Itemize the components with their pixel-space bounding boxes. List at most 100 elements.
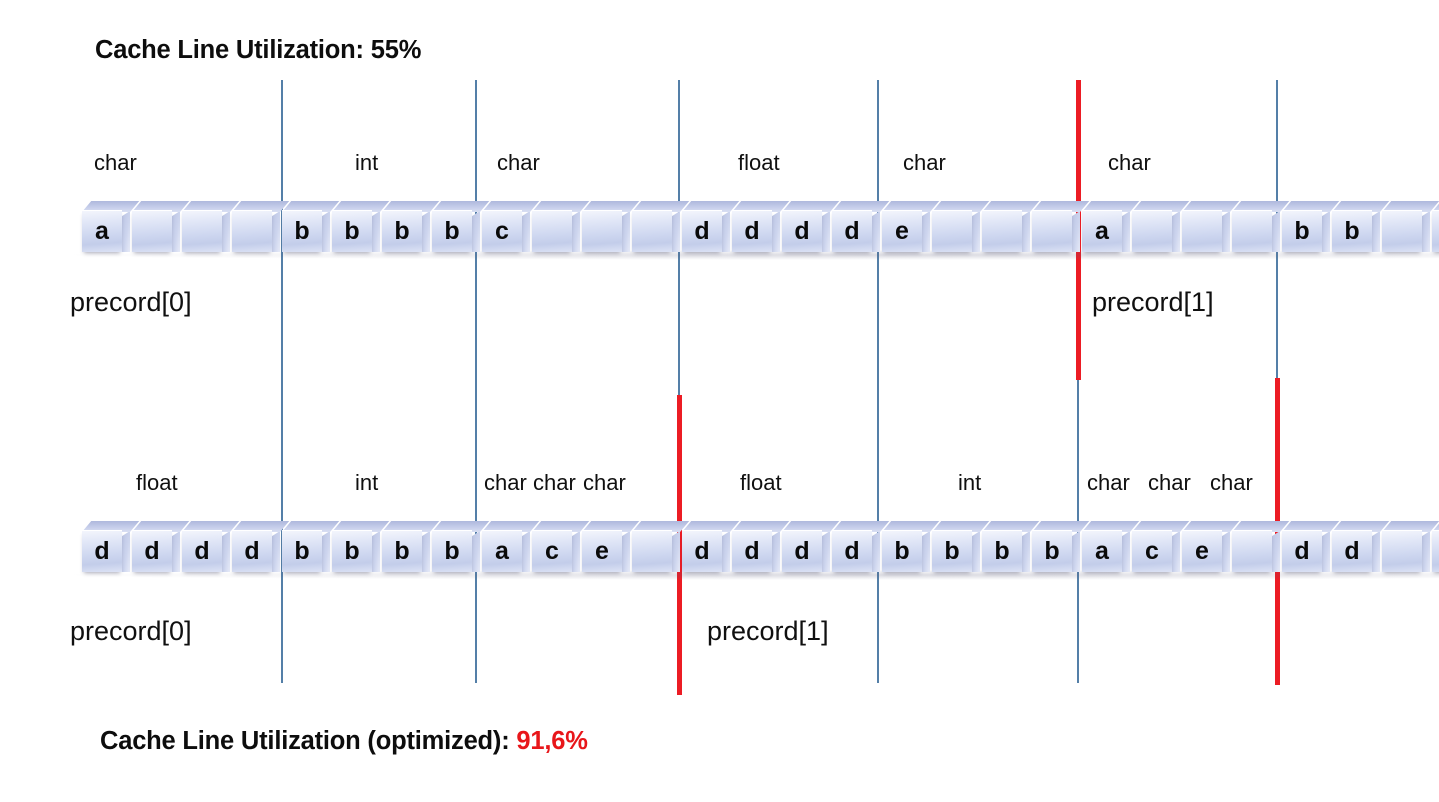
memory-cell-filled[interactable]: b [330, 201, 390, 260]
cell-side-face [571, 531, 580, 572]
memory-cell-padding[interactable] [180, 201, 240, 260]
memory-cell-padding[interactable] [1180, 201, 1240, 260]
cell-label [932, 211, 972, 252]
memory-cell-filled[interactable]: d [180, 521, 240, 580]
cell-side-face [871, 211, 880, 252]
memory-cell-filled[interactable]: d [1280, 521, 1340, 580]
memory-cell-padding[interactable] [630, 201, 690, 260]
memory-cell-filled[interactable]: a [1080, 521, 1140, 580]
record-label-unoptimized-layout-0: precord[0] [70, 287, 192, 317]
memory-cell-padding[interactable] [1380, 521, 1439, 580]
cell-side-face [321, 211, 330, 252]
record-label-optimized-layout-0: precord[0] [70, 616, 192, 646]
memory-cell-filled[interactable]: b [980, 521, 1040, 580]
cell-side-face [571, 211, 580, 252]
memory-cell-filled[interactable]: b [430, 201, 490, 260]
cell-label: b [944, 537, 960, 565]
memory-cell-filled[interactable]: a [80, 201, 140, 260]
memory-cell-filled[interactable]: c [1130, 521, 1190, 580]
memory-cell-filled[interactable]: d [1330, 521, 1390, 580]
memory-cell-padding[interactable] [930, 201, 990, 260]
cell-label [1432, 211, 1439, 252]
memory-cell-padding[interactable] [1230, 521, 1290, 580]
cell-label [1432, 531, 1439, 572]
cell-side-face [421, 211, 430, 252]
memory-cell-padding[interactable] [1430, 521, 1439, 580]
cell-side-face [371, 531, 380, 572]
cell-label [232, 211, 272, 252]
cell-label: e [1195, 537, 1209, 565]
memory-cell-filled[interactable]: b [1280, 201, 1340, 260]
memory-cell-filled[interactable]: b [1330, 201, 1390, 260]
memory-cell-filled[interactable]: d [780, 201, 840, 260]
memory-cell-filled[interactable]: b [930, 521, 990, 580]
cell-side-face [771, 211, 780, 252]
type-label-unoptimized-layout-1: int [355, 150, 379, 175]
memory-cell-padding[interactable] [630, 521, 690, 580]
memory-cell-filled[interactable]: b [380, 521, 440, 580]
memory-cell-filled[interactable]: d [80, 521, 140, 580]
memory-cell-padding[interactable] [230, 201, 290, 260]
memory-cell-padding[interactable] [1030, 201, 1090, 260]
memory-cell-padding[interactable] [130, 201, 190, 260]
memory-cell-filled[interactable]: b [280, 201, 340, 260]
memory-cell-filled[interactable]: d [780, 521, 840, 580]
cell-label [582, 211, 622, 252]
memory-cell-filled[interactable]: b [880, 521, 940, 580]
cell-side-face [921, 531, 930, 572]
cell-label: c [495, 217, 509, 245]
cell-label: d [144, 537, 160, 565]
memory-row-unoptimized-layout: abbbbcddddeabb [80, 198, 1439, 260]
cell-side-face [1121, 211, 1130, 252]
type-label-unoptimized-layout-2: char [497, 150, 540, 175]
memory-cell-filled[interactable]: b [380, 201, 440, 260]
memory-cell-filled[interactable]: b [280, 521, 340, 580]
memory-cell-filled[interactable]: e [1180, 521, 1240, 580]
cell-side-face [971, 211, 980, 252]
type-label-optimized-layout-1: int [355, 470, 379, 495]
diagram-canvas: Cache Line Utilization: 55% Cache Line U… [0, 0, 1439, 802]
cell-label [1132, 211, 1172, 252]
cell-label: d [844, 537, 860, 565]
memory-cell-filled[interactable]: a [480, 521, 540, 580]
cell-side-face [721, 211, 730, 252]
cell-side-face [521, 211, 530, 252]
cell-side-face [171, 531, 180, 572]
cell-label: b [344, 217, 360, 245]
page-title-bottom: Cache Line Utilization (optimized): 91,6… [100, 727, 588, 756]
cell-label: b [894, 537, 910, 565]
memory-cell-filled[interactable]: a [1080, 201, 1140, 260]
memory-cell-padding[interactable] [530, 201, 590, 260]
memory-cell-padding[interactable] [1230, 201, 1290, 260]
memory-cell-filled[interactable]: d [830, 201, 890, 260]
memory-cell-filled[interactable]: b [330, 521, 390, 580]
memory-cell-padding[interactable] [1380, 201, 1439, 260]
memory-cell-filled[interactable]: e [880, 201, 940, 260]
memory-cell-filled[interactable]: d [130, 521, 190, 580]
memory-cell-filled[interactable]: d [680, 201, 740, 260]
memory-cell-padding[interactable] [580, 201, 640, 260]
type-label-optimized-layout-5: float [740, 470, 782, 495]
memory-cell-filled[interactable]: e [580, 521, 640, 580]
memory-cell-filled[interactable]: d [830, 521, 890, 580]
cell-side-face [871, 531, 880, 572]
cell-label: d [694, 537, 710, 565]
cell-side-face [521, 531, 530, 572]
memory-cell-filled[interactable]: c [530, 521, 590, 580]
memory-cell-filled[interactable]: b [1030, 521, 1090, 580]
cell-label: b [444, 217, 460, 245]
cell-side-face [271, 211, 280, 252]
memory-cell-filled[interactable]: d [680, 521, 740, 580]
memory-cell-padding[interactable] [1130, 201, 1190, 260]
memory-cell-padding[interactable] [1430, 201, 1439, 260]
memory-cell-filled[interactable]: d [730, 521, 790, 580]
memory-cell-filled[interactable]: b [430, 521, 490, 580]
cell-label [1232, 531, 1272, 572]
memory-cell-filled[interactable]: d [730, 201, 790, 260]
cell-side-face [1171, 531, 1180, 572]
cell-label: d [194, 537, 210, 565]
memory-cell-filled[interactable]: c [480, 201, 540, 260]
memory-cell-padding[interactable] [980, 201, 1040, 260]
cell-side-face [971, 531, 980, 572]
memory-cell-filled[interactable]: d [230, 521, 290, 580]
